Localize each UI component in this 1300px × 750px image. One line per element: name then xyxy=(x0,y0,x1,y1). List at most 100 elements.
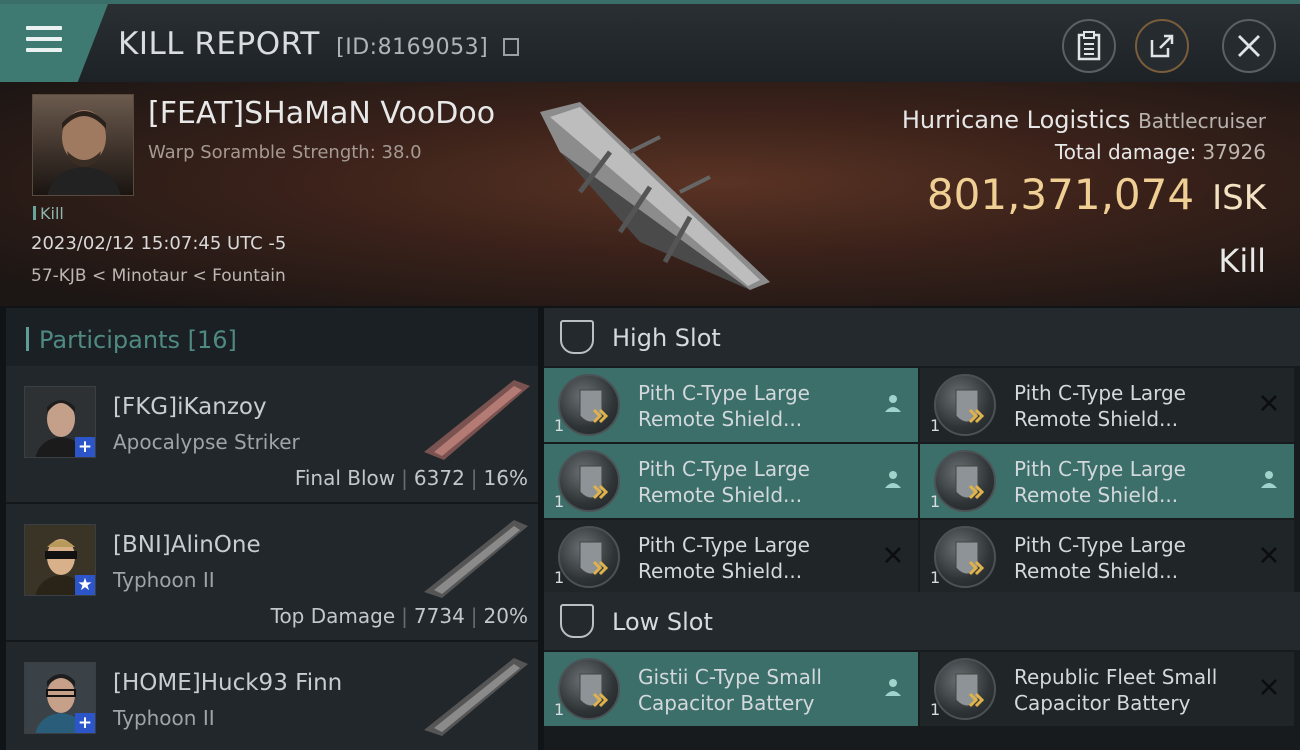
module-icon xyxy=(934,450,996,512)
menu-icon[interactable] xyxy=(26,26,62,56)
high-slot-label: High Slot xyxy=(612,324,721,352)
module-icon xyxy=(934,658,996,720)
module-item[interactable]: 1 Gistii C-Type Small Capacitor Battery xyxy=(544,652,918,726)
module-name: Pith C-Type Large Remote Shield... xyxy=(1014,457,1186,507)
copy-icon[interactable] xyxy=(502,38,519,56)
module-quantity: 1 xyxy=(930,492,941,511)
victim-name[interactable]: [FEAT]SHaMaN VooDoo xyxy=(148,96,495,131)
module-quantity: 1 xyxy=(930,416,941,435)
avatar[interactable]: + xyxy=(24,386,96,458)
x-icon xyxy=(1258,676,1280,698)
module-name: Pith C-Type Large Remote Shield... xyxy=(1014,533,1186,583)
total-damage-label: Total damage: xyxy=(1054,140,1197,164)
module-name: Republic Fleet Small Capacitor Battery xyxy=(1014,665,1218,715)
isk-value: 801,371,074 ISK xyxy=(927,170,1266,219)
corp-badge-icon: ★ xyxy=(75,575,95,595)
participant-stats: Final Blow | 6372 | 16% xyxy=(294,466,528,490)
share-icon xyxy=(1150,34,1174,58)
x-icon xyxy=(1258,544,1280,566)
participant-damage: 6372 xyxy=(413,466,465,490)
participant-name: [HOME]Huck93 Finn xyxy=(113,670,343,696)
module-icon xyxy=(558,526,620,588)
person-icon xyxy=(882,676,904,698)
portrait-image xyxy=(47,110,121,195)
avatar[interactable]: ★ xyxy=(24,524,96,596)
participant-role: Top Damage xyxy=(270,604,396,628)
kill-id: [ID:8169053] xyxy=(336,35,489,60)
participant-ship: Apocalypse Striker xyxy=(113,430,300,454)
participant-name: [FKG]iKanzoy xyxy=(113,394,267,420)
page-title: KILL REPORT [ID:8169053] xyxy=(118,26,519,62)
kill-location[interactable]: 57-KJB < Minotaur < Fountain xyxy=(31,266,286,286)
module-icon xyxy=(558,658,620,720)
participant-ship-image xyxy=(424,658,528,736)
victim-ship-image xyxy=(540,102,770,290)
total-damage: Total damage: 37926 xyxy=(1055,140,1266,164)
share-button[interactable] xyxy=(1135,19,1189,73)
kill-tag-text: Kill xyxy=(40,204,64,223)
corp-badge-icon: + xyxy=(75,713,95,733)
kill-timestamp: 2023/02/12 15:07:45 UTC -5 xyxy=(31,233,287,254)
close-button[interactable] xyxy=(1222,19,1276,73)
module-icon xyxy=(934,374,996,436)
isk-amount: 801,371,074 xyxy=(926,170,1195,219)
module-icon xyxy=(558,450,620,512)
x-icon xyxy=(882,544,904,566)
module-quantity: 1 xyxy=(930,700,941,719)
participant-damage-pct: 16% xyxy=(483,466,528,490)
clipboard-icon xyxy=(1077,31,1101,61)
isk-unit: ISK xyxy=(1212,178,1266,218)
module-item[interactable]: 1 Pith C-Type Large Remote Shield... xyxy=(920,520,1294,594)
module-quantity: 1 xyxy=(554,700,565,719)
module-item[interactable]: 1 Pith C-Type Large Remote Shield... xyxy=(920,444,1294,518)
person-icon xyxy=(882,392,904,414)
module-icon xyxy=(558,374,620,436)
module-name: Pith C-Type Large Remote Shield... xyxy=(638,457,810,507)
participant-row[interactable]: ★ [BNI]AlinOne Typhoon II Top Damage | 773… xyxy=(6,504,538,642)
participant-ship: Typhoon II xyxy=(113,568,215,592)
participant-row[interactable]: + [HOME]Huck93 Finn Typhoon II xyxy=(6,642,538,750)
ship-name: Hurricane Logistics xyxy=(901,106,1131,134)
kill-tag: Kill xyxy=(33,204,64,223)
victim-ship-type[interactable]: Hurricane Logistics Battlecruiser xyxy=(902,106,1266,134)
victim-banner: [FEAT]SHaMaN VooDoo Warp Soramble Streng… xyxy=(0,82,1300,306)
low-slot-header: Low Slot xyxy=(544,592,1300,650)
x-icon xyxy=(1258,392,1280,414)
module-icon xyxy=(934,526,996,588)
participant-row[interactable]: + [FKG]iKanzoy Apocalypse Striker Final … xyxy=(6,366,538,504)
low-slot-label: Low Slot xyxy=(612,608,713,636)
avatar[interactable]: + xyxy=(24,662,96,734)
participants-panel: Participants [16] + [FKG]iKanzoy Apocaly… xyxy=(6,308,538,750)
participants-header: Participants [16] xyxy=(6,308,538,366)
high-slot-icon xyxy=(560,320,594,354)
module-name: Gistii C-Type Small Capacitor Battery xyxy=(638,665,822,715)
module-name: Pith C-Type Large Remote Shield... xyxy=(638,381,810,431)
participant-damage: 7734 xyxy=(413,604,465,628)
person-icon xyxy=(882,468,904,490)
close-icon xyxy=(1238,35,1260,57)
corp-badge-icon: + xyxy=(75,437,95,457)
module-item[interactable]: 1 Pith C-Type Large Remote Shield... xyxy=(544,520,918,594)
title-text: KILL REPORT xyxy=(118,26,320,62)
module-quantity: 1 xyxy=(554,492,565,511)
menu-button[interactable] xyxy=(0,4,108,82)
module-quantity: 1 xyxy=(554,568,565,587)
module-item[interactable]: 1 Republic Fleet Small Capacitor Battery xyxy=(920,652,1294,726)
module-item[interactable]: 1 Pith C-Type Large Remote Shield... xyxy=(544,368,918,442)
module-item[interactable]: 1 Pith C-Type Large Remote Shield... xyxy=(920,368,1294,442)
low-slot-icon xyxy=(560,604,594,638)
participant-damage-pct: 20% xyxy=(483,604,528,628)
participant-ship: Typhoon II xyxy=(113,706,215,730)
top-bar: KILL REPORT [ID:8169053] xyxy=(0,0,1300,82)
participant-name: [BNI]AlinOne xyxy=(113,532,261,558)
participants-label: Participants xyxy=(39,326,180,354)
result-label: Kill xyxy=(1218,242,1266,280)
module-quantity: 1 xyxy=(930,568,941,587)
module-quantity: 1 xyxy=(554,416,565,435)
victim-portrait[interactable] xyxy=(32,94,134,196)
participant-role: Final Blow xyxy=(294,466,396,490)
module-item[interactable]: 1 Pith C-Type Large Remote Shield... xyxy=(544,444,918,518)
clipboard-button[interactable] xyxy=(1062,19,1116,73)
ship-class: Battlecruiser xyxy=(1138,109,1266,133)
participant-stats: Top Damage | 7734 | 20% xyxy=(270,604,528,628)
